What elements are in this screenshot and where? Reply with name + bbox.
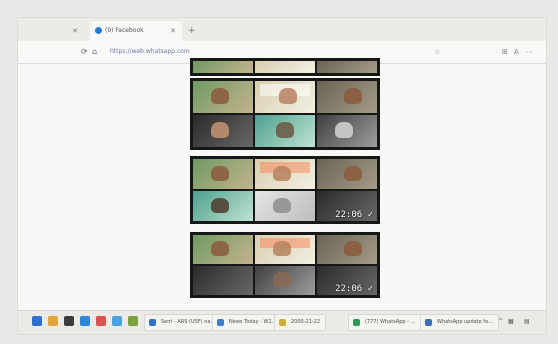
close-icon[interactable]: ✕ (170, 21, 176, 41)
participant-video (317, 115, 377, 147)
taskbar-window-item[interactable]: WhatsApp update fe… (420, 314, 500, 331)
taskbar-app-icon[interactable] (80, 316, 90, 326)
participant-video (255, 191, 315, 221)
home-icon[interactable]: ⌂ (92, 46, 97, 58)
screenshot-frame: ✕ (9) Facebook ✕ + ⟳ ⌂ https://web.whats… (18, 18, 546, 334)
participant-video (255, 115, 315, 147)
video-screenshot[interactable] (190, 78, 380, 150)
extensions-icon[interactable]: ⊞ (502, 46, 508, 58)
participant-video (193, 115, 253, 147)
menu-icon[interactable]: ⋯ (526, 46, 533, 58)
participant-video (255, 81, 315, 113)
video-screenshot[interactable]: 22:06 ✓ (190, 156, 380, 224)
participant-video (193, 81, 253, 113)
star-icon[interactable]: ☆ (434, 46, 440, 58)
participant-video (255, 266, 315, 295)
video-screenshot[interactable]: 22:06 ✓ (190, 232, 380, 298)
browser-tab-1[interactable]: ✕ (24, 21, 84, 41)
participant-video (193, 191, 253, 221)
taskbar-app-icon[interactable] (64, 316, 74, 326)
profile-icon[interactable]: A (514, 46, 519, 58)
browser-tab-facebook[interactable]: (9) Facebook ✕ (90, 21, 182, 41)
taskbar-window-item[interactable]: (777) WhatsApp - … (348, 314, 422, 331)
new-tab-plus-icon[interactable]: + (188, 22, 196, 40)
message-timestamp: 22:06 ✓ (335, 210, 373, 220)
taskbar-app-icon[interactable] (128, 316, 138, 326)
taskbar-window-item[interactable]: News Today - W1… (212, 314, 283, 331)
participant-video (255, 235, 315, 264)
close-icon[interactable]: ✕ (72, 21, 78, 41)
taskbar-app-icon[interactable] (96, 316, 106, 326)
windows-taskbar: Sent - ARS (USF) na… News Today - W1… 20… (18, 310, 546, 334)
network-icon[interactable]: ▦ (508, 315, 514, 328)
file-explorer-icon[interactable] (48, 316, 58, 326)
browser-tab-strip: ✕ (9) Facebook ✕ + (18, 18, 546, 41)
video-screenshot-partial[interactable] (190, 58, 380, 76)
taskbar-window-item[interactable]: 2000-21-22 (274, 314, 327, 331)
refresh-icon[interactable]: ⟳ (81, 46, 88, 58)
facebook-favicon-icon (95, 27, 102, 34)
message-timestamp: 22:06 ✓ (335, 284, 373, 294)
notification-icon[interactable]: ▤ (524, 315, 530, 328)
taskbar-app-icon[interactable] (112, 316, 122, 326)
participant-video (193, 235, 253, 264)
chevron-up-icon[interactable]: ^ (498, 315, 503, 328)
participant-video (317, 159, 377, 189)
participant-video (317, 235, 377, 264)
page-content: 22:06 ✓ 22:06 ✓ (18, 58, 546, 310)
participant-video (193, 266, 253, 295)
participant-video (193, 159, 253, 189)
participant-video (255, 159, 315, 189)
taskbar-window-item[interactable]: Sent - ARS (USF) na… (144, 314, 222, 331)
participant-video (317, 81, 377, 113)
url-field[interactable]: https://web.whatsapp.com (110, 46, 190, 58)
start-icon[interactable] (32, 316, 42, 326)
